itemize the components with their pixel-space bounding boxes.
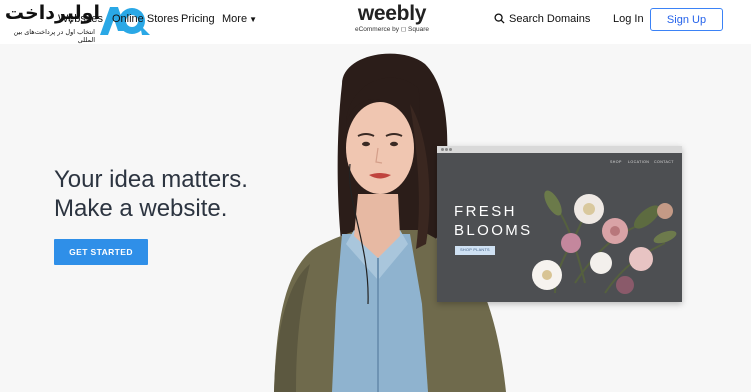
- search-icon: [494, 13, 505, 24]
- template-shop-plants-button: SHOP PLANTS: [455, 246, 495, 255]
- logo-wordmark: weebly: [357, 2, 427, 25]
- flowers-image: [532, 190, 677, 294]
- hero-headline: Your idea matters. Make a website.: [54, 165, 248, 223]
- watermark-subtext: انتخاب اول در پرداخت‌های بین المللی: [13, 28, 95, 44]
- search-domains-label: Search Domains: [509, 13, 591, 25]
- site-header: اولپرداخت انتخاب اول در پرداخت‌های بین ا…: [0, 0, 751, 44]
- search-domains-link[interactable]: Search Domains: [494, 13, 590, 25]
- template-hero: SHOP LOCATION CONTACT FRESH BLOOMS SHOP …: [437, 153, 682, 302]
- nav-pricing-link[interactable]: Pricing: [181, 13, 215, 25]
- template-title-line1: FRESH: [454, 203, 517, 220]
- hero-headline-line1: Your idea matters.: [54, 166, 248, 193]
- chevron-down-icon: ▼: [249, 15, 257, 24]
- template-title-line2: BLOOMS: [454, 222, 533, 239]
- browser-bar: [437, 146, 682, 153]
- weebly-logo[interactable]: weebly eCommerce by ◻ Square: [352, 2, 432, 34]
- nav-online-stores-link[interactable]: Online Stores: [112, 13, 179, 25]
- template-title: FRESH BLOOMS: [454, 202, 533, 240]
- template-nav-shop: SHOP: [610, 160, 622, 164]
- nav-websites-link[interactable]: Websites: [58, 13, 103, 25]
- logo-tagline: eCommerce by ◻ Square: [354, 26, 430, 33]
- signup-button[interactable]: Sign Up: [650, 8, 723, 31]
- nav-more-label: More: [222, 13, 248, 25]
- nav-more-menu[interactable]: More ▼: [222, 13, 257, 25]
- get-started-button[interactable]: GET STARTED: [54, 239, 148, 265]
- template-nav-location: LOCATION: [628, 160, 650, 164]
- hero-headline-line2: Make a website.: [54, 195, 228, 222]
- website-template-preview: SHOP LOCATION CONTACT FRESH BLOOMS SHOP …: [437, 146, 682, 302]
- login-link[interactable]: Log In: [613, 13, 644, 25]
- template-nav-contact: CONTACT: [654, 160, 674, 164]
